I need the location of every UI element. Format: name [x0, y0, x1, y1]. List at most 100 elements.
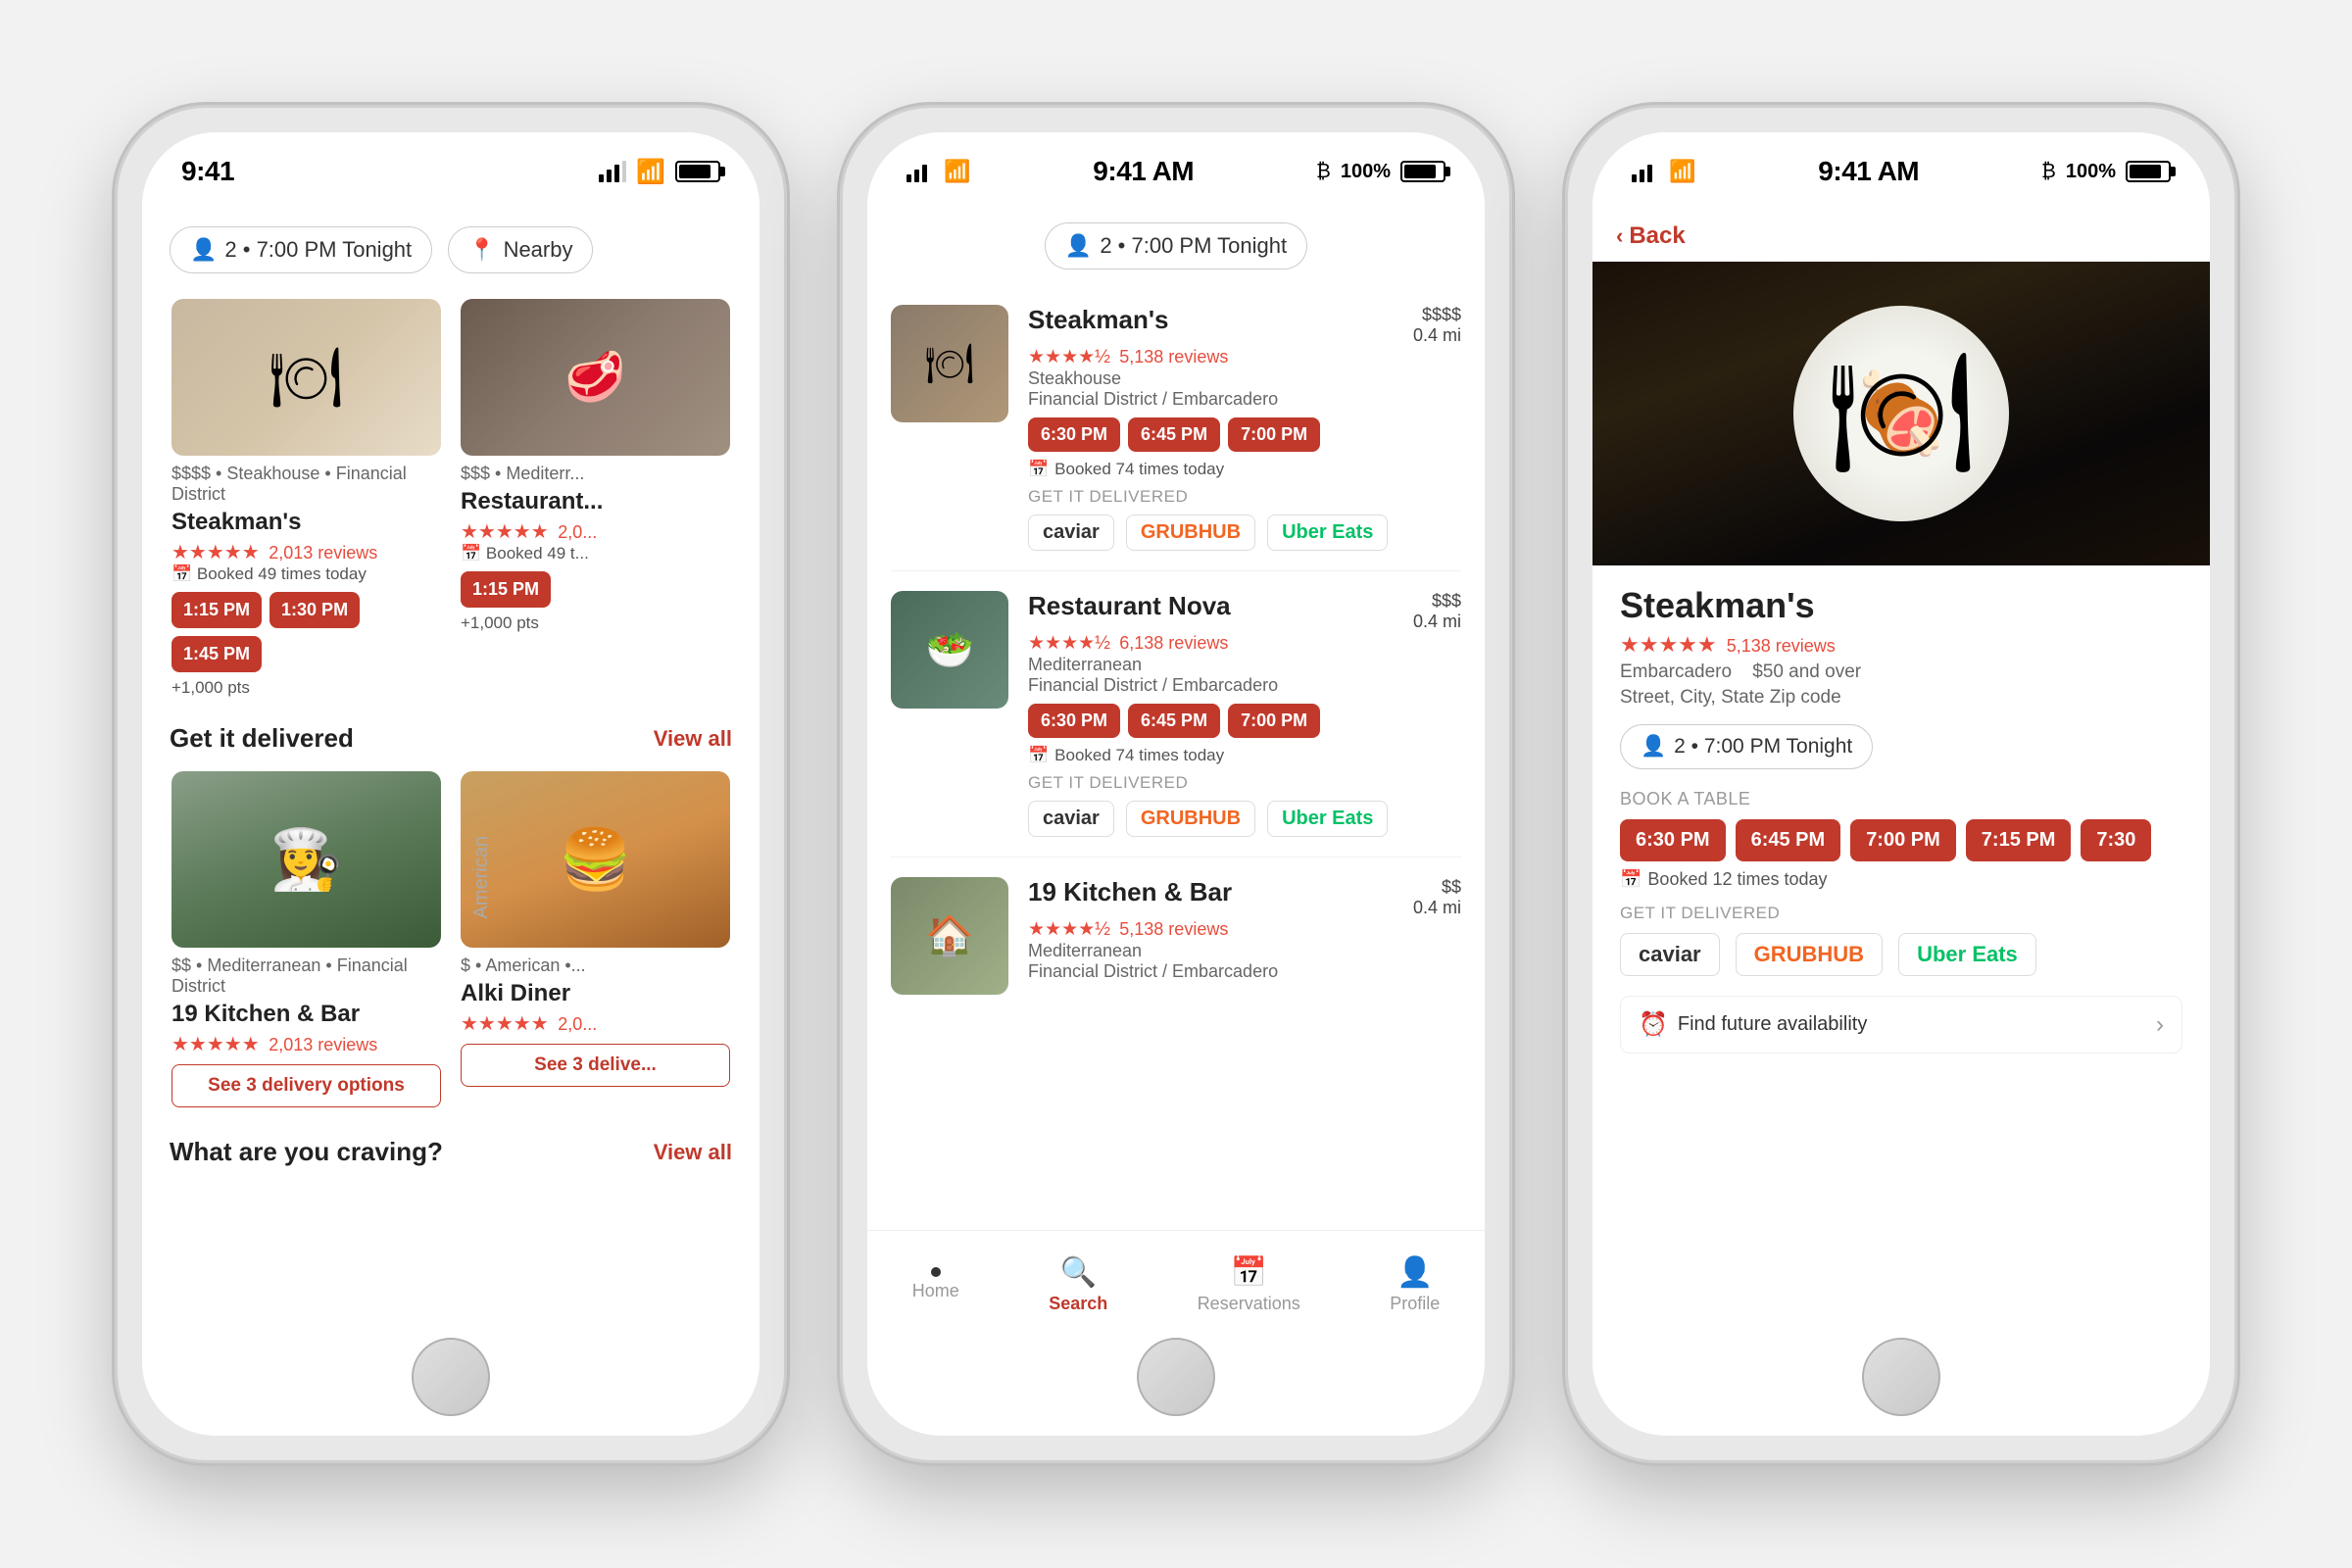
battery-pct-3: 100% — [2066, 161, 2116, 183]
wifi-icon-2: 📶 — [944, 159, 970, 184]
grubhub-logo-2[interactable]: GRUBHUB — [1126, 801, 1255, 837]
slot[interactable]: 7:00 PM — [1228, 704, 1320, 738]
delivery-image-2: American — [461, 771, 730, 948]
wifi-icon-3: 📶 — [1669, 159, 1695, 184]
status-icons-right-2: ₿ 100% — [1316, 161, 1446, 183]
result-booked-1: 📅 Booked 74 times today — [1028, 460, 1461, 479]
detail-slot[interactable]: 7:15 PM — [1966, 819, 2072, 861]
search-result-3[interactable]: 19 Kitchen & Bar $$ 0.4 mi ★★★★½ 5,138 r… — [891, 858, 1461, 1014]
chevron-right-icon: › — [2156, 1011, 2164, 1039]
detail-location: Embarcadero $50 and over — [1620, 662, 2182, 683]
delivery-meta-2: $ • American •... — [461, 956, 730, 976]
restaurant-info-1: Steakman's $$$$ 0.4 mi ★★★★½ 5,138 revie… — [1028, 305, 1461, 551]
book-table-label: BOOK A TABLE — [1620, 789, 2182, 809]
result-cuisine-3: Mediterranean Financial District / Embar… — [1028, 941, 1461, 982]
detail-address: Street, City, State Zip code — [1620, 687, 2182, 709]
status-bar-1: 9:41 📶 — [142, 132, 760, 211]
battery-icon — [675, 161, 720, 182]
delivery-card-1[interactable]: $$ • Mediterranean • Financial District … — [162, 761, 451, 1117]
caviar-logo-2[interactable]: caviar — [1028, 801, 1114, 837]
home-button-2[interactable] — [1137, 1338, 1215, 1416]
restaurant-grid-1: $$$$ • Steakhouse • Financial District S… — [142, 289, 760, 708]
detail-slot[interactable]: 7:00 PM — [1850, 819, 1956, 861]
status-time-2: 9:41 AM — [1093, 156, 1194, 187]
caviar-logo-3[interactable]: caviar — [1620, 933, 1720, 976]
phone-3: 📶 9:41 AM ₿ 100% ‹ Back — [1568, 108, 2234, 1460]
search-result-1[interactable]: Steakman's $$$$ 0.4 mi ★★★★½ 5,138 revie… — [891, 285, 1461, 571]
detail-guests-filter[interactable]: 👤 2 • 7:00 PM Tonight — [1620, 724, 1873, 769]
person-icon: 👤 — [1396, 1255, 1433, 1290]
craving-section-header: What are you craving? View all — [142, 1117, 760, 1175]
restaurant-booked-2: 📅 Booked 49 t... — [461, 544, 730, 564]
slot[interactable]: 6:45 PM — [1128, 417, 1220, 452]
points-label-2: +1,000 pts — [461, 613, 730, 633]
see-delivery-options-2[interactable]: See 3 delive... — [461, 1044, 730, 1087]
signal-icon-3 — [1632, 161, 1659, 182]
slot[interactable]: 6:30 PM — [1028, 417, 1120, 452]
restaurant-meta-2: $$$ • Mediterr... — [461, 464, 730, 484]
grubhub-logo-1[interactable]: GRUBHUB — [1126, 514, 1255, 551]
guests-filter[interactable]: 👤 2 • 7:00 PM Tonight — [170, 226, 432, 273]
nav-home[interactable]: Home — [893, 1259, 979, 1309]
back-button[interactable]: ‹ Back — [1592, 211, 2210, 262]
restaurant-thumb-2 — [891, 591, 1008, 709]
location-filter[interactable]: 📍 Nearby — [448, 226, 593, 273]
caviar-logo-1[interactable]: caviar — [1028, 514, 1114, 551]
nav-search[interactable]: 🔍 Search — [1029, 1248, 1127, 1322]
phone-3-body: 📶 9:41 AM ₿ 100% ‹ Back — [1592, 132, 2210, 1436]
detail-slot[interactable]: 6:30 PM — [1620, 819, 1726, 861]
grubhub-logo-3[interactable]: GRUBHUB — [1736, 933, 1883, 976]
scene: 9:41 📶 — [0, 0, 2352, 1568]
time-slot[interactable]: 1:30 PM — [270, 592, 360, 628]
delivery-logos-1: caviar GRUBHUB Uber Eats — [1028, 514, 1461, 551]
time-slot[interactable]: 1:15 PM — [461, 571, 551, 608]
search-result-2[interactable]: Restaurant Nova $$$ 0.4 mi ★★★★½ 6,138 r… — [891, 571, 1461, 858]
bluetooth-icon-3: ₿ — [2041, 161, 2056, 183]
craving-view-all[interactable]: View all — [654, 1140, 732, 1165]
result-name-3: 19 Kitchen & Bar — [1028, 877, 1232, 907]
restaurant-card-1[interactable]: $$$$ • Steakhouse • Financial District S… — [162, 289, 451, 708]
restaurant-name-1: Steakman's — [172, 509, 441, 536]
result-slots-2: 6:30 PM 6:45 PM 7:00 PM — [1028, 704, 1461, 738]
detail-slot[interactable]: 7:30 — [2081, 819, 2151, 861]
delivery-meta-1: $$ • Mediterranean • Financial District — [172, 956, 441, 997]
detail-slot[interactable]: 6:45 PM — [1736, 819, 1841, 861]
home-button-3[interactable] — [1862, 1338, 1940, 1416]
bottom-nav-2: Home 🔍 Search 📅 Reservations 👤 Profile — [867, 1230, 1485, 1338]
american-label: American — [470, 836, 493, 918]
ubereats-logo-3[interactable]: Uber Eats — [1898, 933, 2036, 976]
find-availability[interactable]: ⏰ Find future availability › — [1620, 996, 2182, 1054]
restaurant-image-2 — [461, 299, 730, 456]
restaurant-thumb-3 — [891, 877, 1008, 995]
calendar-icon: 📅 — [1231, 1255, 1267, 1290]
home-button-1[interactable] — [412, 1338, 490, 1416]
nav-reservations[interactable]: 📅 Reservations — [1178, 1248, 1320, 1322]
result-price-3: $$ 0.4 mi — [1413, 877, 1461, 918]
delivery-stars-1: ★★★★★ 2,013 reviews — [172, 1032, 441, 1056]
phone-1: 9:41 📶 — [118, 108, 784, 1460]
delivery-view-all[interactable]: View all — [654, 726, 732, 752]
slot[interactable]: 7:00 PM — [1228, 417, 1320, 452]
status-icons-1: 📶 — [599, 158, 720, 186]
slot[interactable]: 6:30 PM — [1028, 704, 1120, 738]
time-slot[interactable]: 1:45 PM — [172, 636, 262, 672]
ubereats-logo-2[interactable]: Uber Eats — [1267, 801, 1388, 837]
restaurant-card-2[interactable]: $$$ • Mediterr... Restaurant... ★★★★★ 2,… — [451, 289, 740, 708]
signal-icon-2 — [906, 161, 934, 182]
signal-icon — [599, 161, 626, 182]
nav-profile[interactable]: 👤 Profile — [1370, 1248, 1459, 1322]
find-avail-label: Find future availability — [1678, 1013, 1867, 1036]
get-delivered-label-1: GET IT DELIVERED — [1028, 487, 1461, 507]
slot[interactable]: 6:45 PM — [1128, 704, 1220, 738]
nav-reservations-label: Reservations — [1198, 1294, 1300, 1314]
result-booked-2: 📅 Booked 74 times today — [1028, 746, 1461, 765]
guests-label-3: 2 • 7:00 PM Tonight — [1674, 735, 1852, 759]
delivery-card-2[interactable]: American $ • American •... Alki Diner ★★… — [451, 761, 740, 1117]
time-slot[interactable]: 1:15 PM — [172, 592, 262, 628]
bluetooth-icon-2: ₿ — [1316, 161, 1331, 183]
restaurant-stars-1: ★★★★★ 2,013 reviews — [172, 540, 441, 564]
guests-filter-2[interactable]: 👤 2 • 7:00 PM Tonight — [1045, 222, 1307, 270]
ubereats-logo-1[interactable]: Uber Eats — [1267, 514, 1388, 551]
see-delivery-options-1[interactable]: See 3 delivery options — [172, 1064, 441, 1107]
craving-title: What are you craving? — [170, 1137, 443, 1167]
